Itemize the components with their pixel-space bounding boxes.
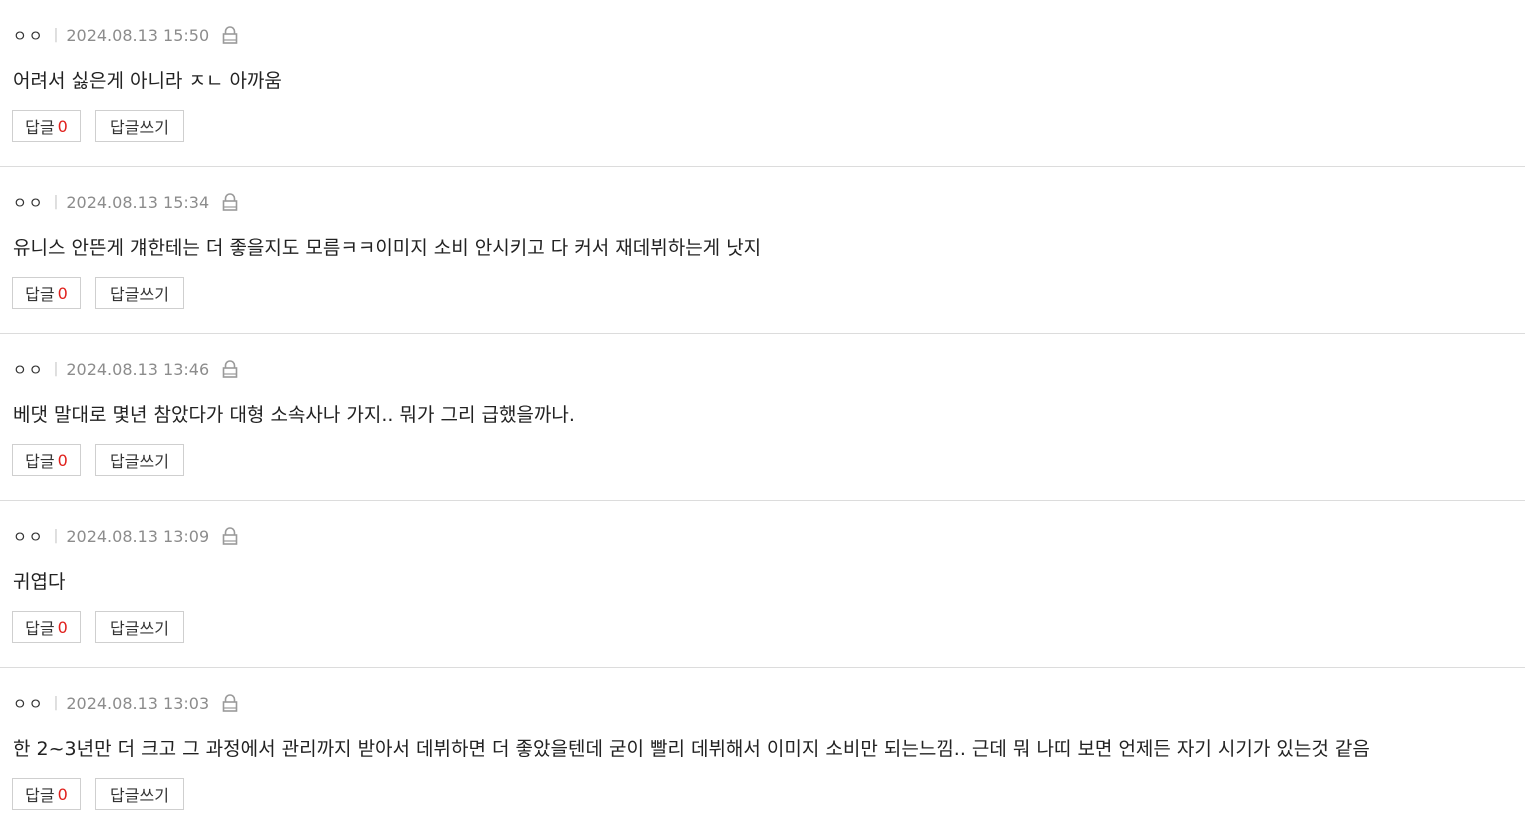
lock-icon — [221, 192, 239, 212]
reply-label: 답글 — [25, 285, 55, 304]
meta-separator: | — [53, 194, 59, 210]
lock-icon — [221, 359, 239, 379]
write-reply-button[interactable]: 답글쓰기 — [95, 611, 184, 643]
comment-text: 유니스 안뜬게 걔한테는 더 좋을지도 모름ㅋㅋ이미지 소비 안시키고 다 커서… — [13, 237, 762, 259]
reply-count-button[interactable]: 답글 0 — [12, 110, 81, 142]
comment-item: ㅇㅇ | 2024.08.13 15:34 유니스 안뜬게 걔한테는 더 좋을지… — [0, 167, 1525, 334]
lock-icon — [221, 693, 239, 713]
comment-meta: ㅇㅇ | 2024.08.13 15:50 — [13, 24, 239, 46]
meta-separator: | — [53, 27, 59, 43]
reply-label: 답글 — [25, 452, 55, 471]
reply-count-button[interactable]: 답글 0 — [12, 778, 81, 810]
comment-item: ㅇㅇ | 2024.08.13 13:03 한 2~3년만 더 크고 그 과정에… — [0, 668, 1525, 820]
comment-date: 2024.08.13 13:03 — [66, 693, 210, 713]
comment-actions: 답글 0 답글쓰기 — [12, 611, 184, 643]
comment-author: ㅇㅇ — [13, 694, 45, 713]
comment-meta: ㅇㅇ | 2024.08.13 15:34 — [13, 191, 239, 213]
comment-text: 어려서 싫은게 아니라 ㅈㄴ 아까움 — [13, 70, 282, 92]
write-reply-button[interactable]: 답글쓰기 — [95, 444, 184, 476]
comment-date: 2024.08.13 13:46 — [66, 359, 210, 379]
comment-item: ㅇㅇ | 2024.08.13 13:09 귀엽다 답글 0 답글쓰기 — [0, 501, 1525, 668]
meta-separator: | — [53, 528, 59, 544]
comment-actions: 답글 0 답글쓰기 — [12, 444, 184, 476]
reply-count: 0 — [57, 116, 68, 136]
comment-meta: ㅇㅇ | 2024.08.13 13:46 — [13, 358, 239, 380]
meta-separator: | — [53, 361, 59, 377]
comment-list: ㅇㅇ | 2024.08.13 15:50 어려서 싫은게 아니라 ㅈㄴ 아까움… — [0, 0, 1525, 820]
comment-text: 귀엽다 — [13, 571, 66, 593]
comment-author: ㅇㅇ — [13, 360, 45, 379]
comment-actions: 답글 0 답글쓰기 — [12, 110, 184, 142]
comment-actions: 답글 0 답글쓰기 — [12, 778, 184, 810]
reply-count: 0 — [57, 784, 68, 804]
reply-count: 0 — [57, 617, 68, 637]
reply-label: 답글 — [25, 118, 55, 137]
comment-date: 2024.08.13 13:09 — [66, 526, 210, 546]
write-reply-button[interactable]: 답글쓰기 — [95, 778, 184, 810]
comment-meta: ㅇㅇ | 2024.08.13 13:03 — [13, 692, 239, 714]
comment-author: ㅇㅇ — [13, 193, 45, 212]
comment-meta: ㅇㅇ | 2024.08.13 13:09 — [13, 525, 239, 547]
reply-count: 0 — [57, 283, 68, 303]
comment-text: 베댓 말대로 몇년 참았다가 대형 소속사나 가지.. 뭐가 그리 급했을까나. — [13, 404, 575, 426]
reply-label: 답글 — [25, 786, 55, 805]
write-reply-button[interactable]: 답글쓰기 — [95, 277, 184, 309]
reply-count-button[interactable]: 답글 0 — [12, 444, 81, 476]
lock-icon — [221, 25, 239, 45]
comment-item: ㅇㅇ | 2024.08.13 13:46 베댓 말대로 몇년 참았다가 대형 … — [0, 334, 1525, 501]
comment-text: 한 2~3년만 더 크고 그 과정에서 관리까지 받아서 데뷔하면 더 좋았을텐… — [13, 738, 1370, 760]
reply-count-button[interactable]: 답글 0 — [12, 277, 81, 309]
comment-date: 2024.08.13 15:34 — [66, 192, 210, 212]
reply-label: 답글 — [25, 619, 55, 638]
comment-author: ㅇㅇ — [13, 527, 45, 546]
comment-item: ㅇㅇ | 2024.08.13 15:50 어려서 싫은게 아니라 ㅈㄴ 아까움… — [0, 0, 1525, 167]
comment-author: ㅇㅇ — [13, 26, 45, 45]
reply-count: 0 — [57, 450, 68, 470]
reply-count-button[interactable]: 답글 0 — [12, 611, 81, 643]
write-reply-button[interactable]: 답글쓰기 — [95, 110, 184, 142]
comment-actions: 답글 0 답글쓰기 — [12, 277, 184, 309]
comment-date: 2024.08.13 15:50 — [66, 25, 210, 45]
lock-icon — [221, 526, 239, 546]
meta-separator: | — [53, 695, 59, 711]
